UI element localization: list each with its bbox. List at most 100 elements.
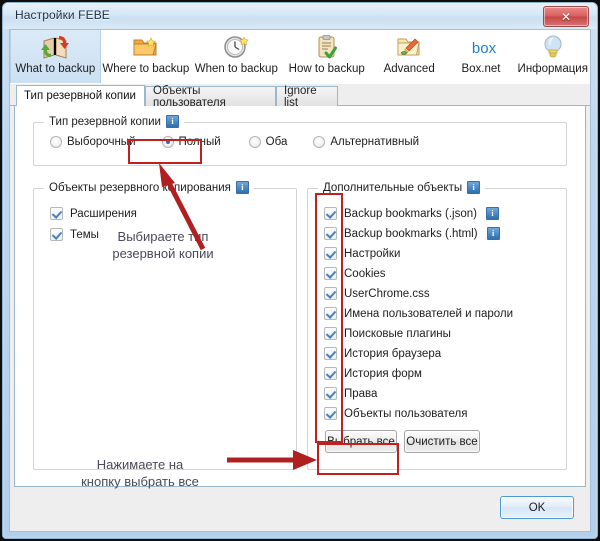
annotation-press-select-all: Нажимаете на кнопку выбрать все: [81, 457, 199, 489]
book-arrow-icon: [40, 33, 70, 61]
radio-label: Альтернативный: [330, 136, 420, 148]
checkbox-label: Backup bookmarks (.html): [344, 227, 478, 240]
additional-objects-groupbox: Дополнительные объекты i Backup bookmark…: [307, 181, 567, 470]
checkbox-label: История форм: [344, 367, 422, 380]
ok-button-label: OK: [528, 501, 546, 514]
checkbox-indicator: [324, 247, 337, 260]
checkbox-row-browser-history[interactable]: История браузера: [324, 347, 558, 360]
toolbar-item-label: How to backup: [288, 63, 365, 75]
radio-option-full[interactable]: Полный: [158, 134, 225, 150]
group-title-text: Тип резервной копии: [49, 115, 161, 128]
checkbox-label: История браузера: [344, 347, 442, 360]
backup-type-groupbox: Тип резервной копии i Выборочный Полный …: [33, 115, 567, 166]
radio-indicator: [161, 136, 174, 148]
client-area: What to backup Where to backup When to b…: [9, 29, 591, 532]
backup-objects-group-title: Объекты резервного копирования i: [44, 181, 254, 194]
toolbar-item-when-to-backup[interactable]: When to backup: [191, 30, 281, 83]
additional-objects-group-title: Дополнительные объекты i: [318, 181, 486, 194]
toolbar-item-label: When to backup: [194, 63, 278, 75]
close-button[interactable]: ✕: [543, 6, 589, 27]
checkbox-row-extensions[interactable]: Расширения: [50, 207, 137, 220]
toolbar-item-where-to-backup[interactable]: Where to backup: [101, 30, 191, 83]
group-title-text: Объекты резервного копирования: [49, 181, 231, 194]
folder-icon: [131, 33, 161, 61]
toolbar: What to backup Where to backup When to b…: [10, 30, 590, 85]
checkbox-label: Объекты пользователя: [344, 407, 468, 420]
checkbox-label: UserChrome.css: [344, 287, 430, 300]
toolbar-item-information[interactable]: Информация: [516, 30, 590, 83]
checkbox-indicator: [324, 387, 337, 400]
backup-type-group-title: Тип резервной копии i: [44, 115, 184, 128]
toolbar-item-label: Box.net: [461, 63, 501, 75]
checkbox-row-search-plugins[interactable]: Поисковые плагины: [324, 327, 558, 340]
radio-label: Полный: [178, 136, 221, 148]
info-icon[interactable]: i: [165, 115, 179, 128]
checkbox-indicator: [324, 347, 337, 360]
checkbox-indicator: [50, 207, 63, 220]
clock-icon: [221, 33, 251, 61]
checkbox-indicator: [324, 267, 337, 280]
folder-tools-icon: [394, 33, 424, 61]
group-title-text: Дополнительные объекты: [323, 181, 463, 194]
checkbox-label: Backup bookmarks (.json): [344, 207, 477, 220]
checkbox-label: Cookies: [344, 267, 386, 280]
checkbox-indicator: [324, 367, 337, 380]
toolbar-item-label: What to backup: [15, 63, 96, 75]
tab-label: Объекты пользователя: [153, 84, 226, 109]
toolbar-item-how-to-backup[interactable]: How to backup: [282, 30, 372, 83]
checkbox-label: Права: [344, 387, 378, 400]
toolbar-item-label: Where to backup: [102, 63, 190, 75]
radio-indicator: [248, 136, 261, 148]
checkbox-row-permissions[interactable]: Права: [324, 387, 558, 400]
checkbox-indicator: [324, 327, 337, 340]
info-icon[interactable]: i: [467, 181, 481, 194]
clear-all-button[interactable]: Очистить все: [404, 430, 480, 453]
select-all-button[interactable]: Выбрать все: [325, 430, 397, 453]
toolbar-item-what-to-backup[interactable]: What to backup: [10, 30, 101, 83]
info-icon[interactable]: i: [485, 207, 499, 220]
toolbar-item-box-net[interactable]: box Box.net: [446, 30, 515, 83]
info-icon[interactable]: i: [486, 227, 500, 240]
radio-indicator: [50, 136, 62, 148]
tab-strip: Тип резервной копии Объекты пользователя…: [10, 84, 590, 109]
clear-all-label: Очистить все: [406, 435, 478, 448]
checkbox-row-settings[interactable]: Настройки: [324, 247, 558, 260]
checkbox-label: Настройки: [344, 247, 401, 260]
checkbox-indicator: [324, 207, 337, 220]
info-icon[interactable]: i: [235, 181, 249, 194]
radio-option-both[interactable]: Оба: [245, 134, 292, 150]
radio-option-custom[interactable]: Выборочный: [46, 134, 140, 150]
checkbox-indicator: [324, 227, 337, 240]
toolbar-item-label: Advanced: [383, 63, 435, 75]
lightbulb-icon: [538, 33, 568, 61]
ok-button[interactable]: OK: [500, 496, 574, 519]
checkbox-indicator: [324, 287, 337, 300]
checkbox-label: Имена пользователей и пароли: [344, 307, 514, 320]
tab-page-backup-type: Тип резервной копии i Выборочный Полный …: [14, 106, 586, 489]
checkbox-indicator: [50, 228, 63, 241]
tab-label: Ignore list: [284, 84, 317, 109]
radio-option-alternative[interactable]: Альтернативный: [309, 134, 423, 150]
close-icon: ✕: [560, 9, 572, 24]
tab-backup-type[interactable]: Тип резервной копии: [16, 85, 145, 106]
tab-label: Тип резервной копии: [24, 90, 136, 102]
checkbox-row-logins[interactable]: Имена пользователей и пароли: [324, 307, 558, 320]
checkbox-row-userchrome[interactable]: UserChrome.css: [324, 287, 558, 300]
checkbox-row-bookmarks-json[interactable]: Backup bookmarks (.json) i: [324, 207, 558, 220]
checkbox-row-user-objects[interactable]: Объекты пользователя: [324, 407, 558, 420]
checkbox-row-form-history[interactable]: История форм: [324, 367, 558, 380]
checkbox-indicator: [324, 307, 337, 320]
toolbar-item-advanced[interactable]: Advanced: [372, 30, 446, 83]
checkbox-indicator: [324, 407, 337, 420]
window-title: Настройки FEBE: [15, 8, 110, 22]
toolbar-item-label: Информация: [517, 63, 588, 75]
tab-ignore-list[interactable]: Ignore list: [276, 84, 338, 109]
svg-text:box: box: [472, 40, 497, 57]
radio-label: Выборочный: [67, 136, 136, 148]
radio-indicator: [313, 136, 326, 148]
radio-label: Оба: [265, 136, 288, 148]
checkbox-row-cookies[interactable]: Cookies: [324, 267, 558, 280]
checkbox-row-bookmarks-html[interactable]: Backup bookmarks (.html) i: [324, 227, 558, 240]
tab-user-objects[interactable]: Объекты пользователя: [145, 84, 276, 109]
box-logo-icon: box: [466, 33, 497, 61]
